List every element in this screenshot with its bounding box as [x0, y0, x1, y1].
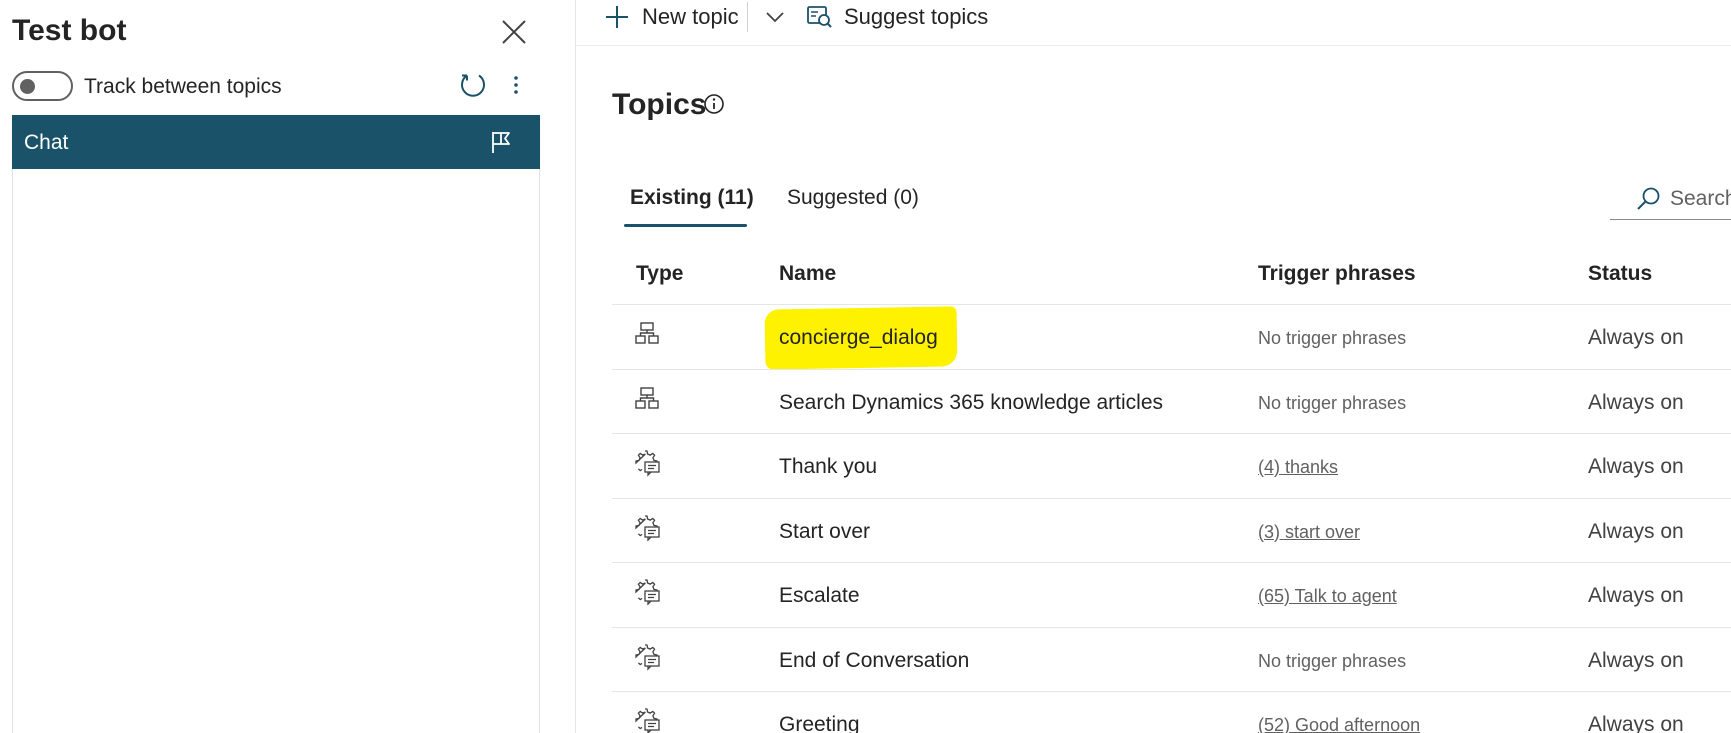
trigger-phrases-text: No trigger phrases	[1258, 650, 1407, 671]
status-text: Always on	[1588, 326, 1684, 349]
flow-icon	[634, 320, 660, 346]
suggest-topics-label: Suggest topics	[844, 4, 989, 29]
topic-name-link[interactable]: Search Dynamics 365 knowledge articles	[779, 391, 1163, 415]
toolbar-divider	[576, 45, 1731, 46]
column-header-name[interactable]: Name	[779, 262, 836, 286]
system-topic-icon	[634, 578, 660, 606]
row-divider	[612, 368, 1731, 370]
new-topic-label: New topic	[642, 4, 739, 29]
row-divider	[612, 691, 1731, 692]
row-divider	[612, 304, 1731, 305]
chat-title: Chat	[24, 131, 69, 154]
column-header-trigger-phrases: Trigger phrases	[1258, 262, 1416, 285]
trigger-phrases-link[interactable]: (4) thanks	[1258, 457, 1338, 478]
row-divider	[612, 626, 1731, 628]
test-bot-title: Test bot	[12, 14, 127, 47]
status-text: Always on	[1588, 519, 1684, 543]
topic-name-link[interactable]: Greeting	[779, 713, 860, 733]
refresh-icon[interactable]	[458, 70, 488, 100]
track-between-topics-label: Track between topics	[84, 75, 282, 98]
trigger-phrases-link[interactable]: (65) Talk to agent	[1258, 586, 1397, 607]
panel-divider	[575, 0, 576, 733]
topic-name-link[interactable]: concierge_dialog	[779, 326, 938, 350]
more-options-icon[interactable]	[506, 70, 526, 100]
suggest-topics-icon	[807, 6, 832, 28]
search-icon	[1637, 187, 1660, 210]
suggest-topics-button[interactable]: Suggest topics	[806, 2, 988, 32]
row-divider	[612, 562, 1731, 563]
status-text: Always on	[1588, 713, 1684, 733]
system-topic-icon	[634, 449, 660, 477]
close-icon[interactable]	[496, 14, 532, 50]
search-placeholder: Search	[1670, 186, 1731, 210]
row-divider	[612, 433, 1731, 434]
chevron-down-icon	[766, 12, 784, 23]
status-text: Always on	[1588, 455, 1684, 478]
trigger-phrases-link[interactable]: (3) start over	[1258, 522, 1360, 543]
chat-header: Chat	[12, 115, 540, 169]
search-input[interactable]: Search	[1610, 178, 1731, 220]
topic-name-link[interactable]: Thank you	[779, 455, 877, 479]
flag-icon[interactable]	[488, 129, 514, 155]
topic-name-link[interactable]: Start over	[779, 520, 870, 544]
test-bot-panel: Test bot Track between topics Chat	[0, 0, 575, 733]
chat-area	[12, 115, 540, 733]
topic-name-link[interactable]: End of Conversation	[779, 649, 969, 673]
toggle-knob	[20, 79, 35, 94]
page-title: Topics	[612, 88, 707, 121]
tab-existing[interactable]: Existing (11)	[630, 186, 754, 210]
plus-icon	[606, 6, 628, 28]
column-header-type: Type	[636, 262, 684, 285]
system-topic-icon	[634, 707, 660, 733]
active-tab-indicator	[624, 224, 747, 227]
toolbar-separator	[747, 2, 748, 32]
trigger-phrases-text: No trigger phrases	[1258, 328, 1407, 348]
column-header-status[interactable]: Status	[1588, 262, 1652, 286]
trigger-phrases-text: No trigger phrases	[1258, 392, 1407, 413]
row-divider	[612, 497, 1731, 499]
new-topic-dropdown-button[interactable]	[760, 2, 790, 32]
system-topic-icon	[634, 643, 660, 671]
status-text: Always on	[1588, 584, 1684, 607]
topic-name-link[interactable]: Escalate	[779, 584, 860, 608]
flow-icon	[634, 385, 660, 411]
tab-suggested[interactable]: Suggested (0)	[787, 186, 919, 210]
status-text: Always on	[1588, 648, 1684, 672]
trigger-phrases-link[interactable]: (52) Good afternoon	[1258, 715, 1420, 733]
system-topic-icon	[634, 514, 660, 542]
status-text: Always on	[1588, 390, 1684, 414]
track-between-topics-toggle[interactable]	[12, 71, 73, 101]
new-topic-button[interactable]: New topic	[604, 2, 739, 32]
info-icon[interactable]	[703, 93, 725, 115]
